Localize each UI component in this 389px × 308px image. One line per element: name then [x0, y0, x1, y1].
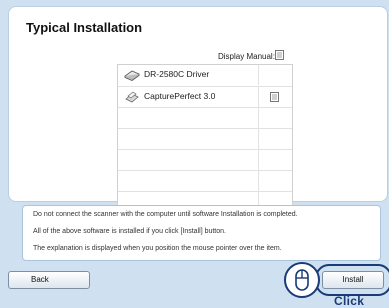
info-message: The explanation is displayed when you po…: [33, 245, 282, 252]
install-button[interactable]: Install: [322, 271, 384, 289]
list-item[interactable]: CapturePerfect 3.0: [118, 86, 292, 107]
click-annotation: Click: [334, 294, 365, 308]
empty-row: [118, 128, 292, 149]
info-message: Do not connect the scanner with the comp…: [33, 211, 298, 218]
empty-row: [118, 107, 292, 128]
display-manual-label: Display Manual:: [218, 52, 275, 61]
back-button-label: Back: [31, 275, 49, 284]
document-icon[interactable]: [275, 50, 284, 60]
list-item[interactable]: DR-2580C Driver: [118, 65, 292, 85]
list-item-label: CapturePerfect 3.0: [144, 91, 216, 101]
empty-row: [118, 149, 292, 170]
scanner-icon: [124, 70, 140, 81]
mouse-icon: [295, 269, 309, 291]
list-item-label: DR-2580C Driver: [144, 69, 210, 79]
page-title: Typical Installation: [26, 20, 143, 35]
info-message-box: Do not connect the scanner with the comp…: [22, 205, 381, 261]
info-message: All of the above software is installed i…: [33, 228, 226, 235]
mouse-callout: [284, 262, 320, 298]
back-button[interactable]: Back: [8, 271, 90, 289]
empty-row: [118, 170, 292, 191]
document-icon[interactable]: [270, 92, 279, 102]
capture-icon: [125, 91, 139, 103]
